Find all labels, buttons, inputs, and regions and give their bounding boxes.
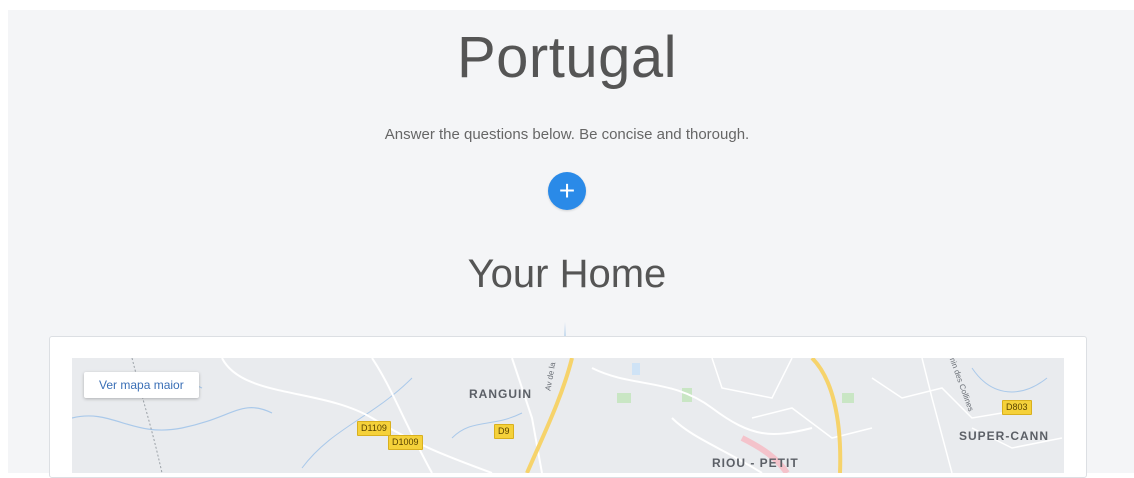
page-subtitle: Answer the questions below. Be concise a…	[384, 126, 750, 143]
road-shield: D803	[1002, 400, 1032, 415]
embedded-map[interactable]: Ver mapa maior RANGUIN SUPER-CANN RIOU -…	[72, 358, 1064, 473]
plus-icon: +	[558, 175, 576, 206]
page-title: Portugal	[456, 25, 678, 90]
larger-map-button[interactable]: Ver mapa maior	[84, 372, 199, 398]
place-label: RIOU - PETIT	[712, 456, 799, 470]
section-title: Your Home	[467, 252, 667, 296]
map-tiles	[72, 358, 1064, 473]
place-label: RANGUIN	[469, 387, 532, 401]
add-button[interactable]: +	[548, 172, 586, 210]
road-shield: D1009	[388, 435, 423, 450]
road-shield: D1109	[357, 421, 391, 436]
place-label: SUPER-CANN	[959, 429, 1050, 443]
road-shield: D9	[494, 424, 514, 439]
